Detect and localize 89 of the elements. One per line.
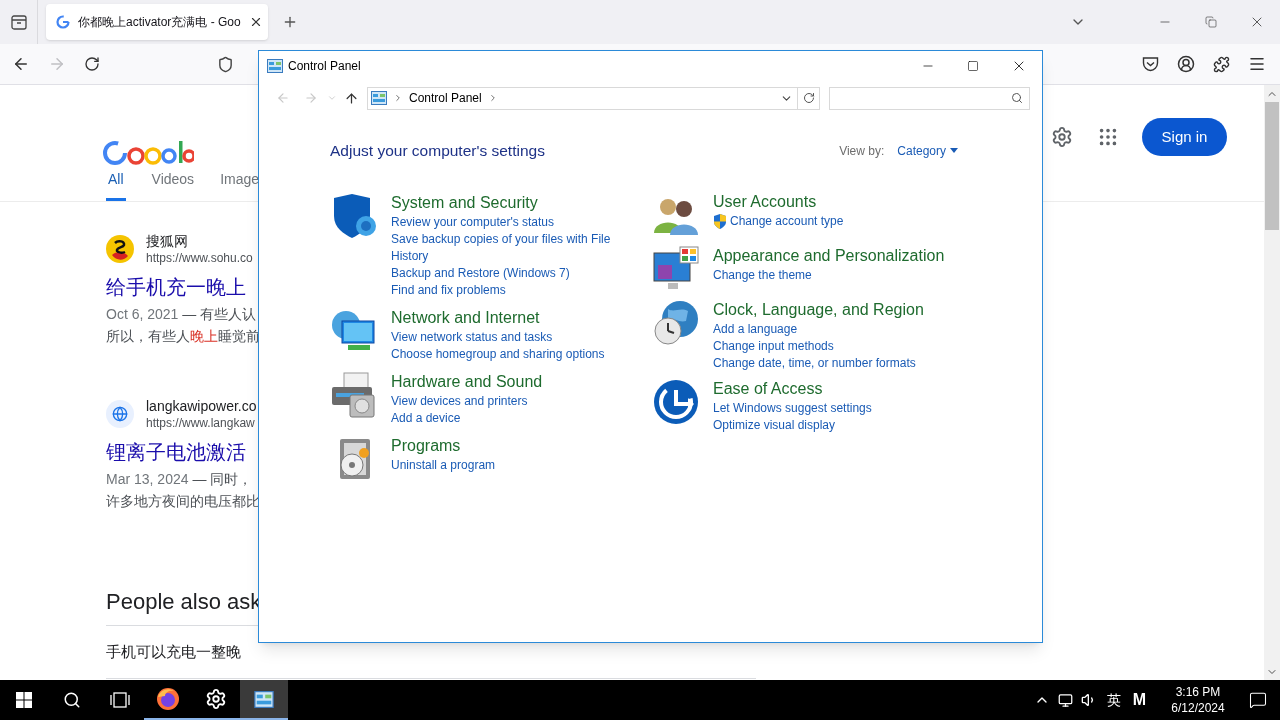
new-tab-icon[interactable] xyxy=(282,14,298,30)
task-link[interactable]: Change the theme xyxy=(713,267,812,285)
task-link[interactable]: Let Windows suggest settings xyxy=(713,400,872,418)
task-link[interactable]: Change date, time, or number formats xyxy=(713,355,916,373)
result-snippet: Oct 6, 2021 — 有些人认 xyxy=(106,305,257,324)
shield-icon[interactable] xyxy=(217,55,234,73)
task-link[interactable]: Review your computer's status xyxy=(391,214,555,232)
tray-icon xyxy=(10,14,27,30)
search-icon xyxy=(1011,92,1023,104)
reload-icon[interactable] xyxy=(84,56,100,72)
view-by-label: View by: xyxy=(839,142,885,160)
task-link[interactable]: Change account type xyxy=(730,213,844,231)
window-title: Control Panel xyxy=(288,58,361,75)
view-by-dropdown[interactable]: Category xyxy=(897,141,958,160)
settings-icon xyxy=(205,688,227,710)
category-link[interactable]: User Accounts xyxy=(713,191,844,214)
windows-logo-icon xyxy=(16,692,32,708)
back-icon[interactable] xyxy=(12,55,30,73)
category-link[interactable]: Ease of Access xyxy=(713,378,872,401)
chevron-right-icon xyxy=(393,93,403,103)
site-name: 搜狐网 xyxy=(146,232,189,250)
scrollbar[interactable] xyxy=(1264,85,1280,680)
search-tab[interactable]: Videos xyxy=(151,167,195,201)
taskbar-app[interactable] xyxy=(240,680,288,720)
globe-icon xyxy=(106,400,134,428)
maximize-icon xyxy=(966,60,979,72)
tab-title: 你都晚上activator充满电 - Goo xyxy=(78,14,241,31)
accessibility-icon xyxy=(652,378,700,427)
ime-mode[interactable]: M xyxy=(1132,688,1146,712)
caret-icon xyxy=(950,148,958,154)
network-icon[interactable] xyxy=(1057,692,1073,708)
address-bar[interactable]: Control Panel xyxy=(367,86,798,110)
shield-icon xyxy=(713,214,727,230)
refresh-button[interactable] xyxy=(798,86,820,110)
sign-in-button[interactable]: Sign in xyxy=(1142,118,1227,156)
account-icon[interactable] xyxy=(1177,55,1195,73)
firefox-icon xyxy=(156,687,180,711)
chevron-down-icon xyxy=(327,93,337,103)
menu-icon[interactable] xyxy=(1248,55,1266,73)
control-panel-icon xyxy=(254,690,274,708)
task-link[interactable]: Add a language xyxy=(713,321,798,339)
search-field[interactable] xyxy=(829,86,1030,110)
task-link[interactable]: Choose homegroup and sharing options xyxy=(391,346,605,364)
task-link[interactable]: View devices and printers xyxy=(391,393,528,411)
category-link[interactable]: Network and Internet xyxy=(391,307,605,330)
task-link[interactable]: Add a device xyxy=(391,410,461,428)
site-logo-icon xyxy=(106,235,134,263)
control-panel-icon xyxy=(267,59,283,73)
settings-icon[interactable] xyxy=(1051,126,1073,148)
speech-bubble-icon xyxy=(1249,691,1267,709)
apps-grid-icon[interactable] xyxy=(1097,126,1119,148)
task-link[interactable]: Uninstall a program xyxy=(391,457,496,475)
search-tab[interactable]: All xyxy=(106,167,126,201)
google-g-icon xyxy=(56,15,70,29)
clock[interactable]: 3:16 PM 6/12/2024 xyxy=(1160,684,1236,716)
task-link[interactable]: Change input methods xyxy=(713,338,834,356)
task-link[interactable]: Backup and Restore (Windows 7) xyxy=(391,265,570,283)
page-heading: Adjust your computer's settings xyxy=(330,141,545,161)
result-snippet: 所以，有些人晚上睡觉前 xyxy=(106,327,260,346)
pocket-icon[interactable] xyxy=(1142,56,1159,72)
site-url: https://www.langkaw xyxy=(146,415,256,431)
browser-tab[interactable]: 你都晚上activator充满电 - Goo xyxy=(46,4,268,40)
result-snippet: Mar 13, 2024 — 同时， xyxy=(106,470,253,489)
site-name: langkawipower.co xyxy=(146,397,257,415)
input-language[interactable]: 英 xyxy=(1106,689,1121,711)
globe-clock-icon xyxy=(652,299,700,348)
category-link[interactable]: Clock, Language, and Region xyxy=(713,299,924,322)
scrollbar-thumb[interactable] xyxy=(1265,102,1279,230)
restore-icon xyxy=(1205,16,1217,28)
category-link[interactable]: Hardware and Sound xyxy=(391,371,543,394)
refresh-icon xyxy=(802,92,815,104)
breadcrumb-item[interactable]: Control Panel xyxy=(409,89,482,107)
task-link[interactable]: Save backup copies of your files with File History xyxy=(391,231,613,266)
site-url: https://www.sohu.co xyxy=(146,250,253,266)
category-link[interactable]: Appearance and Personalization xyxy=(713,245,945,268)
task-link[interactable]: View network status and tasks xyxy=(391,329,553,347)
result-title[interactable]: 给手机充一晚上 xyxy=(106,274,246,300)
printer-icon xyxy=(330,371,378,420)
category-link[interactable]: System and Security xyxy=(391,192,613,215)
category-link[interactable]: Programs xyxy=(391,435,496,458)
extensions-icon[interactable] xyxy=(1213,55,1230,73)
task-link[interactable]: Find and fix problems xyxy=(391,282,506,300)
result-title[interactable]: 锂离子电池激活 xyxy=(106,439,246,465)
search-tab[interactable]: Image xyxy=(220,167,260,201)
question-item[interactable]: 手机可以充电一整晚 xyxy=(106,643,241,660)
task-link[interactable]: Optimize visual display xyxy=(713,417,836,435)
search-icon xyxy=(63,691,81,709)
control-panel-icon xyxy=(371,91,387,105)
task-view-icon xyxy=(110,692,130,708)
